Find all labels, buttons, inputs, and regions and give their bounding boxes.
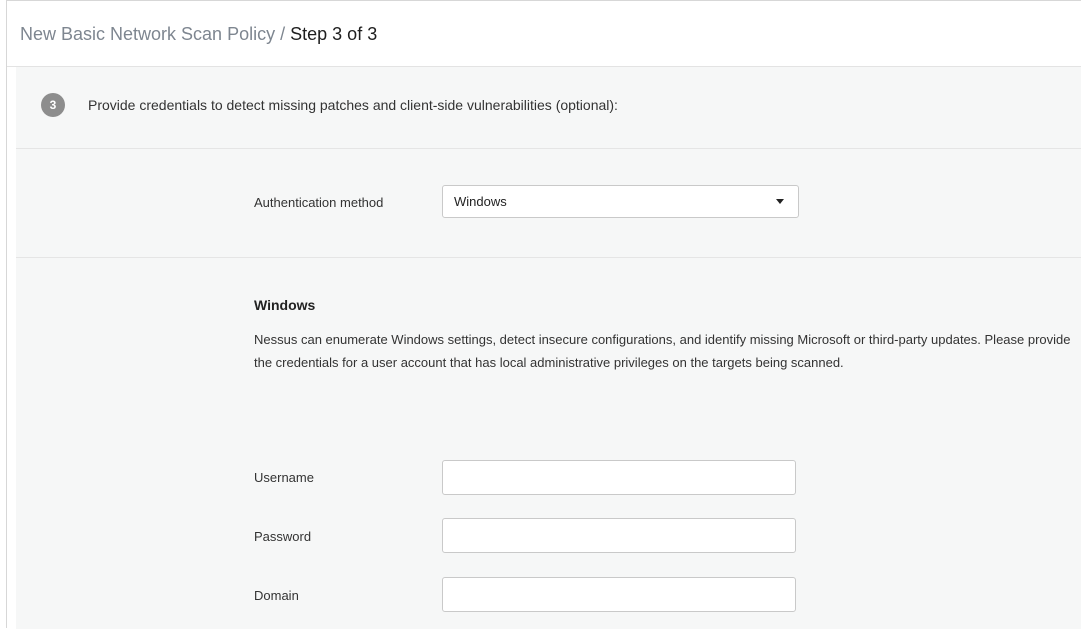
step-number-badge: 3 [41,93,65,117]
authentication-method-value: Windows [454,194,507,209]
domain-label: Domain [254,588,299,603]
domain-input[interactable] [442,577,796,612]
page-title-base: New Basic Network Scan Policy [20,24,276,44]
section-title-windows: Windows [254,297,316,313]
password-input[interactable] [442,518,796,553]
step-instruction-band: 3 Provide credentials to detect missing … [16,67,1081,149]
title-separator: / [280,24,286,44]
caret-down-icon [776,199,784,204]
windows-credentials-section: Windows Nessus can enumerate Windows set… [16,258,1081,629]
authentication-method-label: Authentication method [254,195,384,210]
username-label: Username [254,470,314,485]
authentication-method-select[interactable]: Windows [442,185,799,218]
section-description: Nessus can enumerate Windows settings, d… [254,332,1071,370]
page-title-step: Step 3 of 3 [290,24,378,44]
step-instruction-text: Provide credentials to detect missing pa… [88,97,618,113]
username-input[interactable] [442,460,796,495]
policy-wizard-panel: New Basic Network Scan Policy / Step 3 o… [6,0,1081,629]
authentication-method-row: Authentication method Windows [16,149,1081,258]
password-label: Password [254,529,312,544]
page-title: New Basic Network Scan Policy / Step 3 o… [20,23,377,45]
page-header: New Basic Network Scan Policy / Step 3 o… [7,1,1081,67]
